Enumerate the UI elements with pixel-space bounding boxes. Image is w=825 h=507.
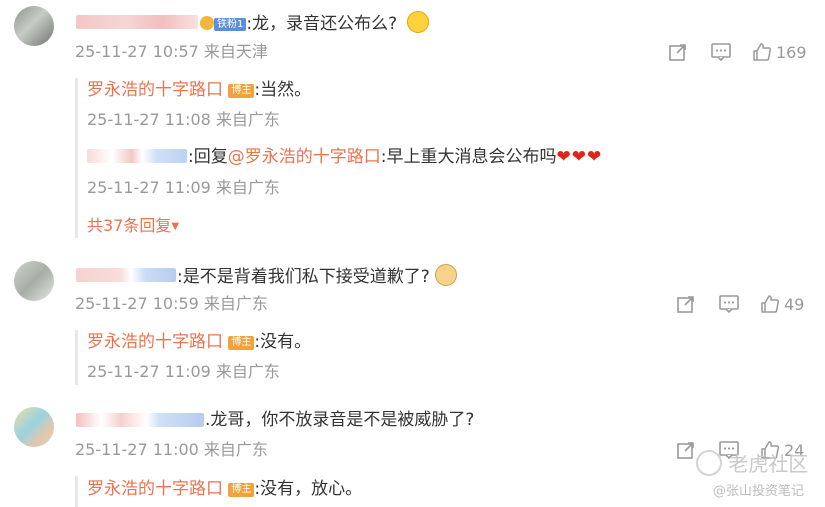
comment-button[interactable] xyxy=(710,42,732,62)
comment-text: :是不是背着我们私下接受道歉了? xyxy=(177,264,458,288)
comment-icon xyxy=(719,295,739,314)
comment-text: .龙哥，你不放录音是不是被威胁了? xyxy=(205,410,475,430)
avatar[interactable] xyxy=(14,407,54,447)
share-button[interactable] xyxy=(668,42,688,62)
watermark-handle: @张山投资笔记 xyxy=(713,484,805,499)
username-blurred[interactable] xyxy=(87,149,187,163)
comment-text: 铁粉1:龙，录音还公布么? xyxy=(200,11,429,35)
doge-emoji xyxy=(435,264,458,286)
author-badge: 博主 xyxy=(228,336,255,350)
share-icon xyxy=(669,44,686,61)
reply-text: :早上重大消息会公布吗 xyxy=(380,147,557,167)
reply: 罗永浩的十字路口 博主:当然。 xyxy=(87,79,311,101)
share-icon xyxy=(677,296,694,313)
share-button[interactable] xyxy=(676,294,696,314)
reply-text: :没有。 xyxy=(254,332,312,352)
share-button[interactable] xyxy=(676,440,696,460)
chevron-down-icon: ▼ xyxy=(171,221,180,232)
reply-author[interactable]: 罗永浩的十字路口 xyxy=(87,80,223,100)
avatar[interactable] xyxy=(14,6,54,46)
like-count: 49 xyxy=(784,294,805,314)
mention-link[interactable]: @罗永浩的十字路口 xyxy=(228,147,381,167)
like-count: 169 xyxy=(776,42,807,62)
author-badge: 博主 xyxy=(228,84,255,98)
reply-prefix: :回复 xyxy=(188,147,228,167)
like-button[interactable]: 169 xyxy=(752,42,807,62)
comment-icon xyxy=(711,43,731,62)
username-blurred[interactable] xyxy=(76,413,204,427)
username-blurred[interactable] xyxy=(76,15,198,29)
watermark-logo-icon xyxy=(696,450,722,476)
reply-time: 25-11-27 11:09 来自广东 xyxy=(87,178,280,197)
fan-badge: 铁粉1 xyxy=(214,18,247,31)
author-badge: 博主 xyxy=(228,483,255,497)
comment-button[interactable] xyxy=(718,294,740,314)
comment-time: 25-11-27 11:00 来自广东 xyxy=(75,440,268,459)
reply-time: 25-11-27 11:08 来自广东 xyxy=(87,110,280,129)
reply-time: 25-11-27 11:09 来自广东 xyxy=(87,362,280,381)
share-icon xyxy=(677,442,694,459)
like-button[interactable]: 49 xyxy=(760,294,804,314)
reply-divider xyxy=(75,78,78,238)
like-icon xyxy=(761,295,780,313)
heart-emoji: ❤❤❤ xyxy=(556,147,603,167)
reply-text: :当然。 xyxy=(254,80,312,100)
fan-badge-icon xyxy=(200,16,214,30)
avatar[interactable] xyxy=(14,261,54,301)
comment-time: 25-11-27 10:59 来自广东 xyxy=(75,294,268,313)
reply: :回复@罗永浩的十字路口:早上重大消息会公布吗❤❤❤ xyxy=(188,146,602,168)
comment-time: 25-11-27 10:57 来自天津 xyxy=(75,42,268,61)
reply: 罗永浩的十字路口 博主:没有，放心。 xyxy=(87,478,362,500)
grin-emoji xyxy=(406,11,429,33)
more-replies-link[interactable]: 共37条回复▼ xyxy=(87,215,179,238)
reply-author[interactable]: 罗永浩的十字路口 xyxy=(87,479,223,499)
username-blurred[interactable] xyxy=(76,268,176,282)
reply-author[interactable]: 罗永浩的十字路口 xyxy=(87,332,223,352)
reply-text: :没有，放心。 xyxy=(254,479,363,499)
watermark-brand: 老虎社区 xyxy=(696,448,808,477)
reply-divider xyxy=(75,476,78,507)
like-icon xyxy=(753,43,772,61)
reply-divider xyxy=(75,330,78,385)
reply: 罗永浩的十字路口 博主:没有。 xyxy=(87,331,311,353)
